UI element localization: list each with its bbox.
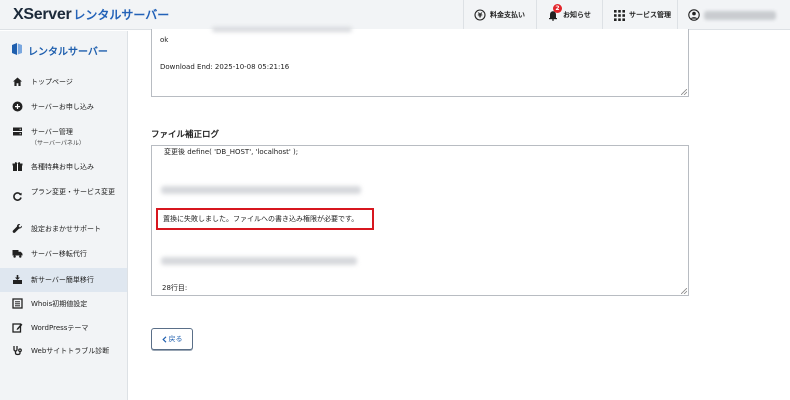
fix-log-textarea[interactable]: 変更後 define( 'DB_HOST', 'localhost' ); 置換… xyxy=(151,145,689,296)
fix-log-title: ファイル補正ログ xyxy=(151,130,220,140)
sidebar-item-setup-support[interactable]: 設定おまかせサポート xyxy=(0,218,127,242)
sidebar-title[interactable]: レンタルサーバー xyxy=(12,43,108,58)
sidebar-item-label: サーバーお申し込み xyxy=(31,103,94,111)
download-log-line: Download End: 2025-10-08 05:21:16 xyxy=(160,63,290,71)
refresh-icon xyxy=(12,191,23,202)
sidebar-item-server-apply[interactable]: サーバーお申し込み xyxy=(0,94,127,119)
services-nav[interactable]: サービス管理 xyxy=(602,0,681,30)
sidebar-item-label: Webサイトトラブル診断 xyxy=(31,347,110,355)
sidebar-item-label: 新サーバー簡単移行 xyxy=(31,276,94,284)
account-nav[interactable] xyxy=(677,0,790,30)
gift-icon xyxy=(12,161,23,172)
top-header: XServer レンタルサーバー ¥ 料金支払い 2 お知らせ サービス管理 xyxy=(0,0,790,30)
sidebar-item-server-transfer[interactable]: サーバー移転代行 xyxy=(0,242,127,268)
logo-sub: レンタルサーバー xyxy=(73,8,170,22)
yen-icon: ¥ xyxy=(474,9,486,21)
main-content: ok Download End: 2025-10-08 05:21:16 ファイ… xyxy=(129,27,790,400)
sidebar-item-easy-migration[interactable]: 新サーバー簡単移行 xyxy=(0,268,127,292)
sidebar-item-label: WordPressテーマ xyxy=(31,324,89,332)
stethoscope-icon xyxy=(12,345,23,356)
migrate-icon xyxy=(12,274,23,285)
sidebar-item-special-offers[interactable]: 各種特典お申し込み xyxy=(0,155,127,180)
resize-handle-icon[interactable] xyxy=(681,89,687,95)
sidebar-item-label: Whois初期値設定 xyxy=(31,300,88,308)
billing-nav[interactable]: ¥ 料金支払い xyxy=(463,0,535,30)
notifications-label: お知らせ xyxy=(563,11,591,19)
sidebar-item-site-trouble[interactable]: Webサイトトラブル診断 xyxy=(0,341,127,365)
back-button[interactable]: 戻る xyxy=(151,328,193,350)
notification-badge: 2 xyxy=(553,4,562,13)
svg-text:¥: ¥ xyxy=(478,12,483,20)
sidebar-item-label: サーバー管理 xyxy=(31,128,73,136)
user-icon xyxy=(688,9,700,21)
bell-icon: 2 xyxy=(547,4,562,21)
sidebar-item-plan-change[interactable]: プラン変更・サービス変更 xyxy=(0,180,127,218)
redacted-text xyxy=(161,257,357,265)
sidebar: レンタルサーバー トップページ サーバーお申し込み サーバー管理 （サーバーパネ… xyxy=(0,31,128,400)
sidebar-item-label: 設定おまかせサポート xyxy=(31,225,101,233)
xserver-brand-icon xyxy=(12,43,22,58)
notifications-nav[interactable]: 2 お知らせ xyxy=(536,0,601,30)
truck-icon xyxy=(12,248,23,259)
back-button-label: 戻る xyxy=(168,335,183,343)
logo[interactable]: XServer レンタルサーバー xyxy=(13,6,169,24)
fix-log-line: 28行目: xyxy=(162,284,188,292)
list-icon xyxy=(12,298,23,309)
server-icon xyxy=(12,126,23,137)
sidebar-item-server-management[interactable]: サーバー管理 （サーバーパネル） xyxy=(0,119,127,155)
sidebar-item-label: サーバー移転代行 xyxy=(31,250,87,258)
fix-log-line: 変更後 define( 'DB_HOST', 'localhost' ); xyxy=(164,148,299,156)
services-label: サービス管理 xyxy=(629,11,671,19)
sidebar-item-sublabel: （サーバーパネル） xyxy=(31,140,85,147)
plus-circle-icon xyxy=(12,101,23,112)
sidebar-item-label: トップページ xyxy=(31,78,73,86)
home-icon xyxy=(12,76,23,87)
sidebar-title-label: レンタルサーバー xyxy=(28,47,108,58)
error-highlight-box: 置換に失敗しました。ファイルへの書き込み権限が必要です。 xyxy=(156,208,374,230)
download-log-line: ok xyxy=(160,36,169,44)
redacted-text xyxy=(161,186,361,194)
billing-label: 料金支払い xyxy=(490,11,525,19)
sidebar-menu: トップページ サーバーお申し込み サーバー管理 （サーバーパネル） 各種特典お申… xyxy=(0,69,127,365)
sidebar-item-label: プラン変更・サービス変更 xyxy=(31,188,115,196)
resize-handle-icon[interactable] xyxy=(681,288,687,294)
chevron-left-icon xyxy=(161,335,167,343)
sidebar-item-whois[interactable]: Whois初期値設定 xyxy=(0,292,127,317)
logo-main: XServer xyxy=(13,6,72,23)
download-log-textarea[interactable]: ok Download End: 2025-10-08 05:21:16 xyxy=(151,27,689,97)
sidebar-item-top[interactable]: トップページ xyxy=(0,69,127,94)
edit-icon xyxy=(12,322,23,333)
sidebar-item-label: 各種特典お申し込み xyxy=(31,163,94,171)
grid-icon xyxy=(613,9,625,21)
wrench-icon xyxy=(12,223,23,234)
fix-log-error-line: 置換に失敗しました。ファイルへの書き込み権限が必要です。 xyxy=(163,215,359,223)
account-name-redacted xyxy=(704,10,776,20)
redacted-text xyxy=(212,27,352,32)
sidebar-item-wordpress-theme[interactable]: WordPressテーマ xyxy=(0,317,127,341)
